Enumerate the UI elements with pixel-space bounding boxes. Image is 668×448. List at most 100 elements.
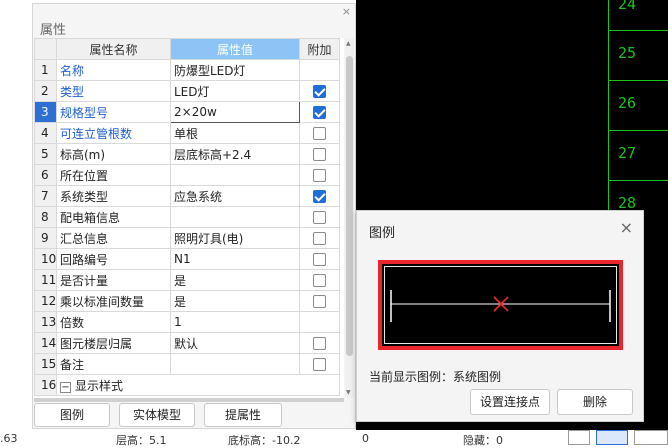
row-number: 3 — [34, 101, 57, 123]
attach-checkbox[interactable] — [313, 190, 326, 203]
legend-symbol — [390, 290, 611, 322]
extra-cell — [299, 227, 340, 249]
property-row[interactable]: 12 乘以标准间数量是 — [34, 290, 340, 312]
extra-cell — [299, 311, 340, 333]
extra-cell — [299, 185, 340, 207]
row-number: 7 — [34, 185, 57, 207]
property-value[interactable]: 照明灯具(电) — [170, 227, 300, 249]
property-row[interactable]: 16− 显示样式 — [34, 374, 340, 396]
attach-checkbox[interactable] — [313, 127, 326, 140]
horizontal-scrollbar[interactable] — [34, 398, 344, 402]
attach-checkbox[interactable] — [313, 85, 326, 98]
extra-cell — [299, 122, 340, 144]
row-number: 9 — [34, 227, 57, 249]
delete-button[interactable]: 删除 — [557, 389, 633, 415]
property-row[interactable]: 13 倍数 1 — [34, 311, 340, 333]
property-row[interactable]: 10 回路编号 N1 — [34, 248, 340, 270]
solid-model-button[interactable]: 实体模型 — [119, 403, 195, 427]
property-value-input[interactable]: 2×20w — [170, 101, 300, 123]
property-row[interactable]: 2 类型 LED灯 — [34, 80, 340, 102]
grid-label: 24 — [618, 0, 637, 13]
property-group: − 显示样式 — [56, 374, 340, 396]
floor-height: 层高：5.1 — [116, 434, 167, 447]
property-row[interactable]: 7 系统类型 应急系统 — [34, 185, 340, 207]
extra-cell — [299, 206, 340, 228]
dialog-close-icon[interactable]: × — [620, 218, 633, 237]
property-row[interactable]: 9 汇总信息 照明灯具(电) — [34, 227, 340, 249]
property-value[interactable]: 1 — [170, 311, 300, 333]
row-number: 16 — [34, 374, 57, 396]
property-value[interactable]: LED灯 — [170, 80, 300, 102]
attach-checkbox[interactable] — [313, 358, 326, 371]
select-mode-icon[interactable] — [596, 430, 628, 445]
snap-icon[interactable] — [568, 430, 590, 445]
property-value[interactable]: N1 — [170, 248, 300, 270]
property-row[interactable]: 4 可连立管根数 单根 — [34, 122, 340, 144]
property-value[interactable] — [170, 353, 300, 375]
attach-checkbox[interactable] — [313, 295, 326, 308]
grid-row-line — [608, 180, 668, 181]
property-name: 可连立管根数 — [56, 122, 171, 144]
extra-cell — [299, 80, 340, 102]
attach-checkbox[interactable] — [313, 253, 326, 266]
attach-checkbox[interactable] — [313, 169, 326, 182]
property-row[interactable]: 5 标高(m) 层底标高+2.4 — [34, 143, 340, 165]
view-cube-icon[interactable] — [634, 430, 668, 445]
grid-label: 25 — [618, 44, 637, 62]
property-row[interactable]: 1 名称 防爆型LED灯 — [34, 59, 340, 81]
panel-title: 属性 — [40, 23, 67, 38]
property-name: 标高(m) — [56, 143, 171, 165]
property-name: 汇总信息 — [56, 227, 171, 249]
scroll-down-icon[interactable]: ▼ — [346, 389, 351, 396]
row-number: 14 — [34, 332, 57, 354]
property-value[interactable]: 防爆型LED灯 — [170, 59, 300, 81]
property-row[interactable]: 14 图元楼层归属 默认 — [34, 332, 340, 354]
property-name: 乘以标准间数量 — [56, 290, 171, 312]
properties-panel: × 属性 属性名称 属性值 附加 1 名称 防爆型LED灯 2 类型 LED灯 3 规格型号 2… — [32, 3, 356, 429]
dialog-title: 图例 — [369, 226, 396, 241]
property-name: 回路编号 — [56, 248, 171, 270]
property-row[interactable]: 15 备注 — [34, 353, 340, 375]
property-row[interactable]: 8 配电箱信息 — [34, 206, 340, 228]
attach-checkbox[interactable] — [313, 148, 326, 161]
row-number: 2 — [34, 80, 57, 102]
attach-checkbox[interactable] — [313, 274, 326, 287]
legend-button[interactable]: 图例 — [34, 403, 110, 427]
property-value[interactable]: 应急系统 — [170, 185, 300, 207]
row-number: 12 — [34, 290, 57, 312]
grid-row-line — [608, 130, 668, 131]
scroll-up-icon[interactable]: ▲ — [346, 40, 351, 47]
property-value[interactable]: 是 — [170, 269, 300, 291]
extra-cell — [299, 290, 340, 312]
row-number: 10 — [34, 248, 57, 270]
set-connection-point-button[interactable]: 设置连接点 — [470, 389, 550, 415]
property-value[interactable]: 层底标高+2.4 — [170, 143, 300, 165]
grid-label: 27 — [618, 144, 637, 162]
collapse-icon[interactable]: − — [60, 381, 71, 393]
col-header-extra[interactable]: 附加 — [299, 38, 340, 60]
legend-preview — [378, 260, 623, 350]
property-value[interactable]: 是 — [170, 290, 300, 312]
property-value[interactable]: 默认 — [170, 332, 300, 354]
property-row[interactable]: 3 规格型号 2×20w — [34, 101, 340, 123]
property-row[interactable]: 11 是否计量是 — [34, 269, 340, 291]
property-value[interactable] — [170, 206, 300, 228]
property-row[interactable]: 6 所在位置 — [34, 164, 340, 186]
col-header-value[interactable]: 属性值 — [170, 38, 300, 60]
col-header-name[interactable]: 属性名称 — [56, 38, 171, 60]
property-value[interactable] — [170, 164, 300, 186]
attach-checkbox[interactable] — [313, 106, 326, 119]
attach-checkbox[interactable] — [313, 232, 326, 245]
attach-checkbox[interactable] — [313, 211, 326, 224]
property-name: 所在位置 — [56, 164, 171, 186]
extra-cell — [299, 248, 340, 270]
scroll-thumb[interactable] — [346, 56, 353, 356]
panel-close-icon[interactable]: × — [342, 5, 351, 18]
attach-checkbox[interactable] — [313, 337, 326, 350]
property-name: 名称 — [56, 59, 171, 81]
property-name: 规格型号 — [56, 101, 171, 123]
extract-properties-button[interactable]: 提属性 — [204, 403, 282, 427]
property-value[interactable]: 单根 — [170, 122, 300, 144]
vertical-scrollbar[interactable]: ▲ ▼ — [345, 38, 354, 398]
extra-cell — [299, 101, 340, 123]
